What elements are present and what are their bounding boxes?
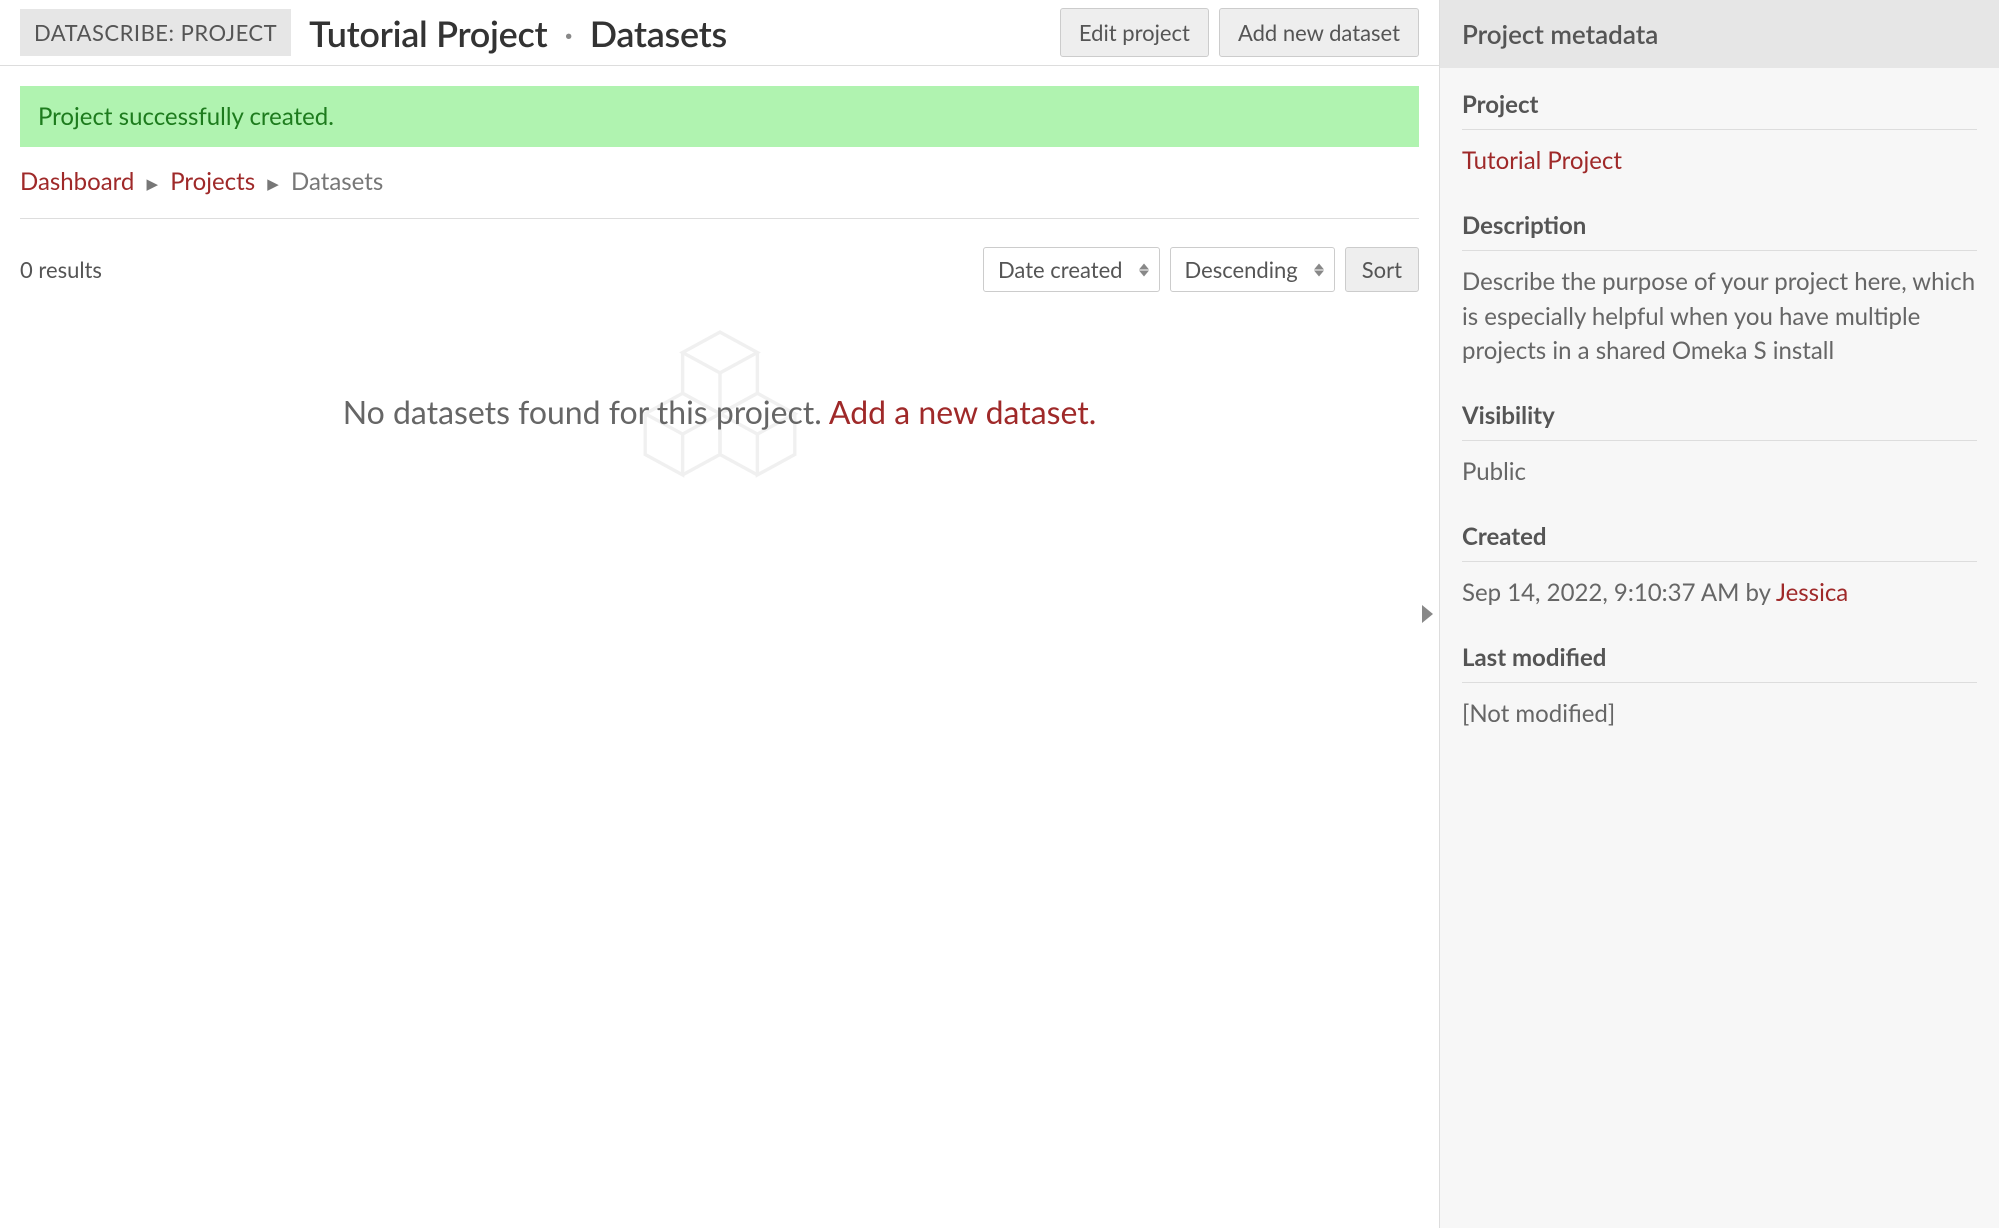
breadcrumb: Dashboard ▶ Projects ▶ Datasets <box>20 167 1419 219</box>
title-separator: · <box>556 11 581 55</box>
title-project: Tutorial Project <box>309 11 547 55</box>
metadata-sidebar: Project metadata Project Tutorial Projec… <box>1439 0 1999 1228</box>
sort-button[interactable]: Sort <box>1345 247 1419 292</box>
breadcrumb-dashboard[interactable]: Dashboard <box>20 167 134 196</box>
meta-created-timestamp: Sep 14, 2022, 9:10:37 AM by <box>1462 578 1776 607</box>
meta-label-visibility: Visibility <box>1462 401 1977 441</box>
meta-description-value: Describe the purpose of your project her… <box>1462 265 1977 369</box>
sort-field-value: Date created <box>998 256 1123 283</box>
sort-direction-select[interactable]: Descending <box>1170 247 1335 292</box>
breadcrumb-current: Datasets <box>291 167 383 196</box>
results-count: 0 results <box>20 256 102 283</box>
meta-label-modified: Last modified <box>1462 643 1977 683</box>
sidebar-toggle[interactable] <box>1422 605 1433 623</box>
meta-visibility-value: Public <box>1462 455 1977 490</box>
empty-state: No datasets found for this project. Add … <box>20 392 1419 431</box>
add-dataset-link[interactable]: Add a new dataset. <box>829 392 1096 431</box>
add-new-dataset-button[interactable]: Add new dataset <box>1219 8 1419 57</box>
sort-field-select[interactable]: Date created <box>983 247 1160 292</box>
sidebar-header: Project metadata <box>1440 0 1999 68</box>
chevron-right-icon: ▶ <box>261 175 285 193</box>
meta-project-link[interactable]: Tutorial Project <box>1462 146 1622 175</box>
meta-label-created: Created <box>1462 522 1977 562</box>
module-badge: DATASCRIBE: PROJECT <box>20 9 291 56</box>
meta-created-value: Sep 14, 2022, 9:10:37 AM by Jessica <box>1462 576 1977 611</box>
success-alert: Project successfully created. <box>20 86 1419 147</box>
edit-project-button[interactable]: Edit project <box>1060 8 1209 57</box>
meta-created-user-link[interactable]: Jessica <box>1776 578 1848 607</box>
empty-message: No datasets found for this project. <box>343 392 829 431</box>
meta-modified-value: [Not modified] <box>1462 697 1977 732</box>
list-toolbar: 0 results Date created Descending <box>20 247 1419 292</box>
updown-icon <box>1139 263 1149 276</box>
sort-direction-value: Descending <box>1185 256 1298 283</box>
breadcrumb-projects[interactable]: Projects <box>170 167 255 196</box>
meta-label-project: Project <box>1462 90 1977 130</box>
title-section: Datasets <box>590 11 727 55</box>
page-title: Tutorial Project · Datasets <box>309 11 727 55</box>
updown-icon <box>1314 263 1324 276</box>
meta-label-description: Description <box>1462 211 1977 251</box>
chevron-right-icon: ▶ <box>141 175 165 193</box>
page-header: DATASCRIBE: PROJECT Tutorial Project · D… <box>0 0 1439 66</box>
